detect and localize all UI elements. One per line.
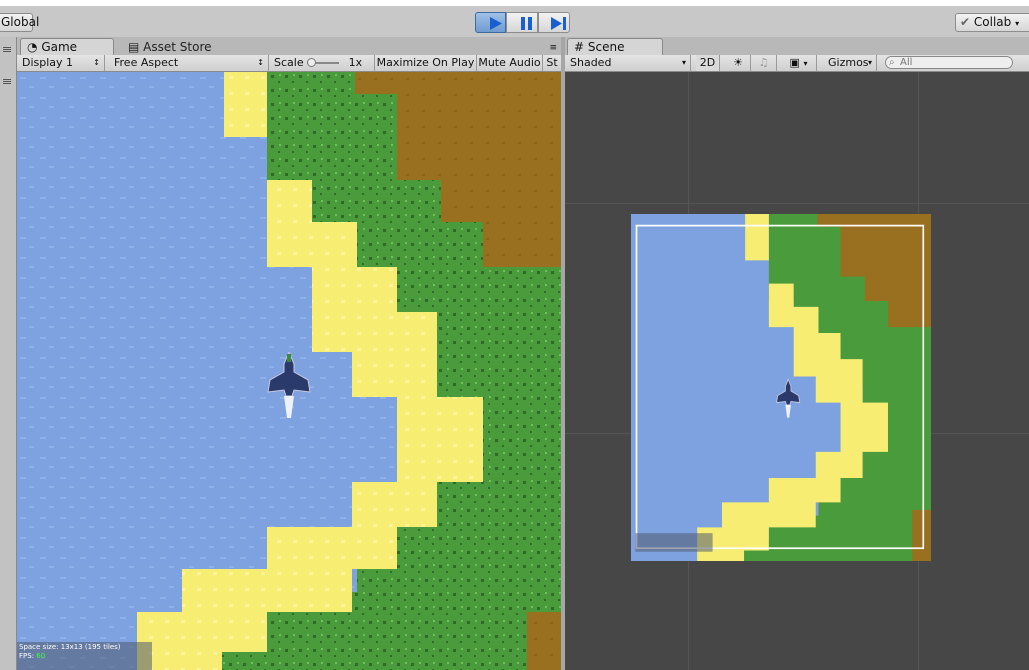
stats-overlay: Space size: 13x13 (195 tiles) FPS: 60 bbox=[17, 642, 152, 670]
dropdown-arrow-icon: ▾ bbox=[867, 58, 872, 67]
game-view-toolbar: Display 1 ↕ Free Aspect ↕ Scale 1x Maxim… bbox=[17, 55, 561, 72]
mute-audio-toggle[interactable]: Mute Audio bbox=[477, 55, 543, 71]
effects-dropdown[interactable]: ▣ ▾ bbox=[781, 55, 817, 71]
tab-game[interactable]: ◔ Game bbox=[20, 38, 114, 55]
dropdown-arrow-icon: ↕ bbox=[257, 58, 264, 67]
shading-label: Shaded bbox=[570, 56, 612, 69]
maximize-on-play-toggle[interactable]: Maximize On Play bbox=[375, 55, 477, 71]
dirt-area bbox=[527, 612, 561, 670]
shading-dropdown[interactable]: Shaded ▾ bbox=[565, 55, 691, 71]
dropdown-arrow-icon: ▾ bbox=[803, 59, 808, 68]
gizmos-dropdown[interactable]: Gizmos ▾ bbox=[823, 55, 877, 71]
game-tab-bar: ◔ Game ▤ Asset Store ≡ bbox=[17, 37, 561, 55]
collab-label: Collab bbox=[973, 15, 1012, 29]
dropdown-arrow-icon: ▾ bbox=[681, 58, 686, 67]
step-icon bbox=[551, 17, 566, 30]
game-controller-icon: ◔ bbox=[27, 40, 38, 54]
sand-area bbox=[224, 72, 267, 137]
grid-line bbox=[565, 203, 1029, 204]
scene-tilemap bbox=[631, 214, 931, 561]
gizmos-label: Gizmos bbox=[828, 56, 869, 69]
collab-button[interactable]: ✔ Collab ▾ bbox=[955, 13, 1029, 32]
2d-mode-toggle[interactable]: 2D bbox=[696, 55, 720, 71]
store-bag-icon: ▤ bbox=[128, 40, 140, 54]
global-label: Global bbox=[1, 15, 40, 29]
grid-hash-icon: # bbox=[574, 40, 585, 54]
fps-line: FPS: 60 bbox=[19, 652, 150, 661]
scale-control[interactable]: Scale 1x bbox=[269, 55, 375, 71]
slider-thumb[interactable] bbox=[307, 58, 317, 67]
spaceship-sprite bbox=[267, 352, 311, 418]
global-toggle-button[interactable]: Global bbox=[0, 13, 39, 32]
pause-button[interactable] bbox=[506, 12, 538, 33]
scene-search-input[interactable]: ⌕ All bbox=[885, 56, 1013, 69]
mute-label: Mute Audio bbox=[478, 56, 541, 69]
search-placeholder: All bbox=[900, 57, 913, 68]
sun-icon: ☀ bbox=[733, 56, 743, 69]
fps-value: 60 bbox=[36, 652, 46, 660]
tab-asset-store-label: Asset Store bbox=[143, 40, 212, 54]
menu-icon[interactable] bbox=[3, 79, 11, 80]
display-label: Display 1 bbox=[22, 56, 74, 69]
check-circle-icon: ✔ bbox=[960, 15, 971, 29]
scale-slider[interactable] bbox=[307, 58, 340, 67]
tab-asset-store[interactable]: ▤ Asset Store bbox=[121, 38, 231, 55]
stats-toggle[interactable]: St bbox=[543, 55, 561, 71]
display-dropdown[interactable]: Display 1 ↕ bbox=[17, 55, 105, 71]
scene-tab-bar: # Scene bbox=[565, 37, 1029, 55]
game-view[interactable]: Space size: 13x13 (195 tiles) FPS: 60 bbox=[17, 72, 561, 670]
space-size-text: Space size: 13x13 (195 tiles) bbox=[19, 643, 121, 651]
stats-label: St bbox=[546, 56, 558, 69]
scene-view-toolbar: Shaded ▾ 2D ☀ ♫ ▣ ▾ Gizmos ▾ ⌕ All bbox=[565, 55, 1029, 72]
play-button[interactable] bbox=[475, 12, 506, 33]
maximize-label: Maximize On Play bbox=[376, 56, 475, 69]
scale-label: Scale bbox=[274, 56, 304, 69]
step-button[interactable] bbox=[538, 12, 570, 33]
2d-label: 2D bbox=[699, 56, 716, 69]
tab-scene[interactable]: # Scene bbox=[567, 38, 663, 55]
aspect-dropdown[interactable]: Free Aspect ↕ bbox=[109, 55, 269, 71]
lighting-toggle[interactable]: ☀ bbox=[726, 55, 751, 71]
speaker-icon: ♫ bbox=[758, 56, 769, 69]
menu-icon[interactable] bbox=[3, 47, 11, 48]
panel-menu-icon[interactable]: ≡ bbox=[549, 43, 557, 53]
search-icon: ⌕ bbox=[889, 57, 895, 68]
scene-view[interactable] bbox=[565, 72, 1029, 670]
main-toolbar: Global ✔ Collab ▾ bbox=[0, 6, 1029, 38]
tab-game-label: Game bbox=[41, 40, 78, 54]
tab-scene-label: Scene bbox=[587, 40, 625, 54]
dropdown-arrow-icon: ▾ bbox=[1015, 19, 1020, 28]
fps-label: FPS: bbox=[19, 652, 35, 660]
image-icon: ▣ bbox=[789, 56, 800, 69]
audio-toggle[interactable]: ♫ bbox=[751, 55, 777, 71]
left-dock-gutter bbox=[0, 37, 17, 670]
scale-value: 1x bbox=[348, 56, 363, 69]
aspect-label: Free Aspect bbox=[114, 56, 179, 69]
dropdown-arrow-icon: ↕ bbox=[93, 58, 100, 67]
